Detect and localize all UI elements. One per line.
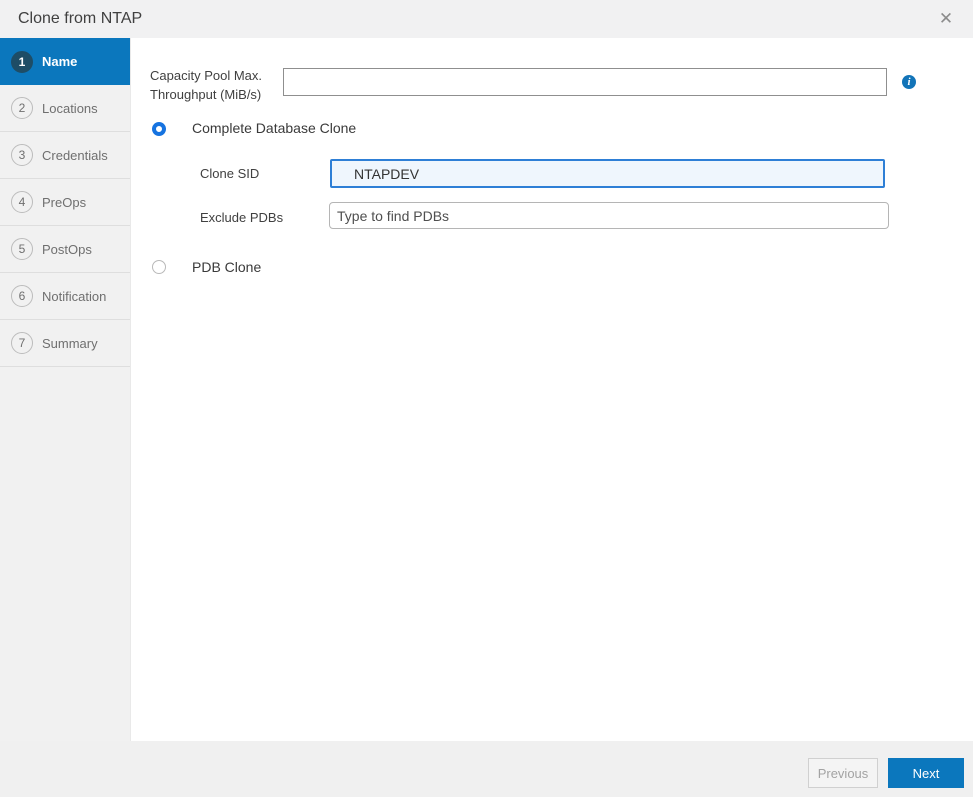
step-label: Locations <box>42 101 98 116</box>
previous-button[interactable]: Previous <box>808 758 878 788</box>
wizard-main-panel <box>132 38 973 741</box>
step-label: Credentials <box>42 148 108 163</box>
step-number-badge: 1 <box>11 51 33 73</box>
capacity-pool-input[interactable] <box>283 68 887 96</box>
step-number-badge: 3 <box>11 144 33 166</box>
step-credentials[interactable]: 3 Credentials <box>0 132 130 179</box>
step-number-badge: 6 <box>11 285 33 307</box>
next-button[interactable]: Next <box>888 758 964 788</box>
step-label: PostOps <box>42 242 92 257</box>
exclude-pdbs-label: Exclude PDBs <box>200 210 283 225</box>
complete-database-clone-radio[interactable] <box>152 122 166 136</box>
capacity-pool-label: Capacity Pool Max. Throughput (MiB/s) <box>150 66 285 104</box>
close-icon[interactable]: ✕ <box>931 0 961 38</box>
step-number-badge: 5 <box>11 238 33 260</box>
step-name[interactable]: 1 Name <box>0 38 130 85</box>
dialog-header: Clone from NTAP ✕ <box>0 0 973 38</box>
step-label: PreOps <box>42 195 86 210</box>
capacity-pool-label-line1: Capacity Pool Max. <box>150 66 285 85</box>
clone-sid-input[interactable] <box>330 159 885 188</box>
wizard-steps-sidebar: 1 Name 2 Locations 3 Credentials 4 PreOp… <box>0 38 131 741</box>
step-preops[interactable]: 4 PreOps <box>0 179 130 226</box>
step-summary[interactable]: 7 Summary <box>0 320 130 367</box>
step-label: Summary <box>42 336 98 351</box>
step-label: Notification <box>42 289 106 304</box>
step-label: Name <box>42 54 77 69</box>
exclude-pdbs-input[interactable] <box>329 202 889 229</box>
pdb-clone-label: PDB Clone <box>192 259 261 275</box>
pdb-clone-radio[interactable] <box>152 260 166 274</box>
clone-wizard-dialog: Clone from NTAP ✕ 1 Name 2 Locations 3 C… <box>0 0 973 797</box>
clone-sid-label: Clone SID <box>200 166 259 181</box>
step-postops[interactable]: 5 PostOps <box>0 226 130 273</box>
dialog-title: Clone from NTAP <box>18 0 142 38</box>
step-number-badge: 7 <box>11 332 33 354</box>
capacity-pool-label-line2: Throughput (MiB/s) <box>150 85 285 104</box>
step-notification[interactable]: 6 Notification <box>0 273 130 320</box>
complete-database-clone-label: Complete Database Clone <box>192 120 356 136</box>
info-icon[interactable]: i <box>902 75 916 89</box>
step-locations[interactable]: 2 Locations <box>0 85 130 132</box>
dialog-footer: Previous Next <box>0 741 973 797</box>
step-number-badge: 2 <box>11 97 33 119</box>
step-number-badge: 4 <box>11 191 33 213</box>
